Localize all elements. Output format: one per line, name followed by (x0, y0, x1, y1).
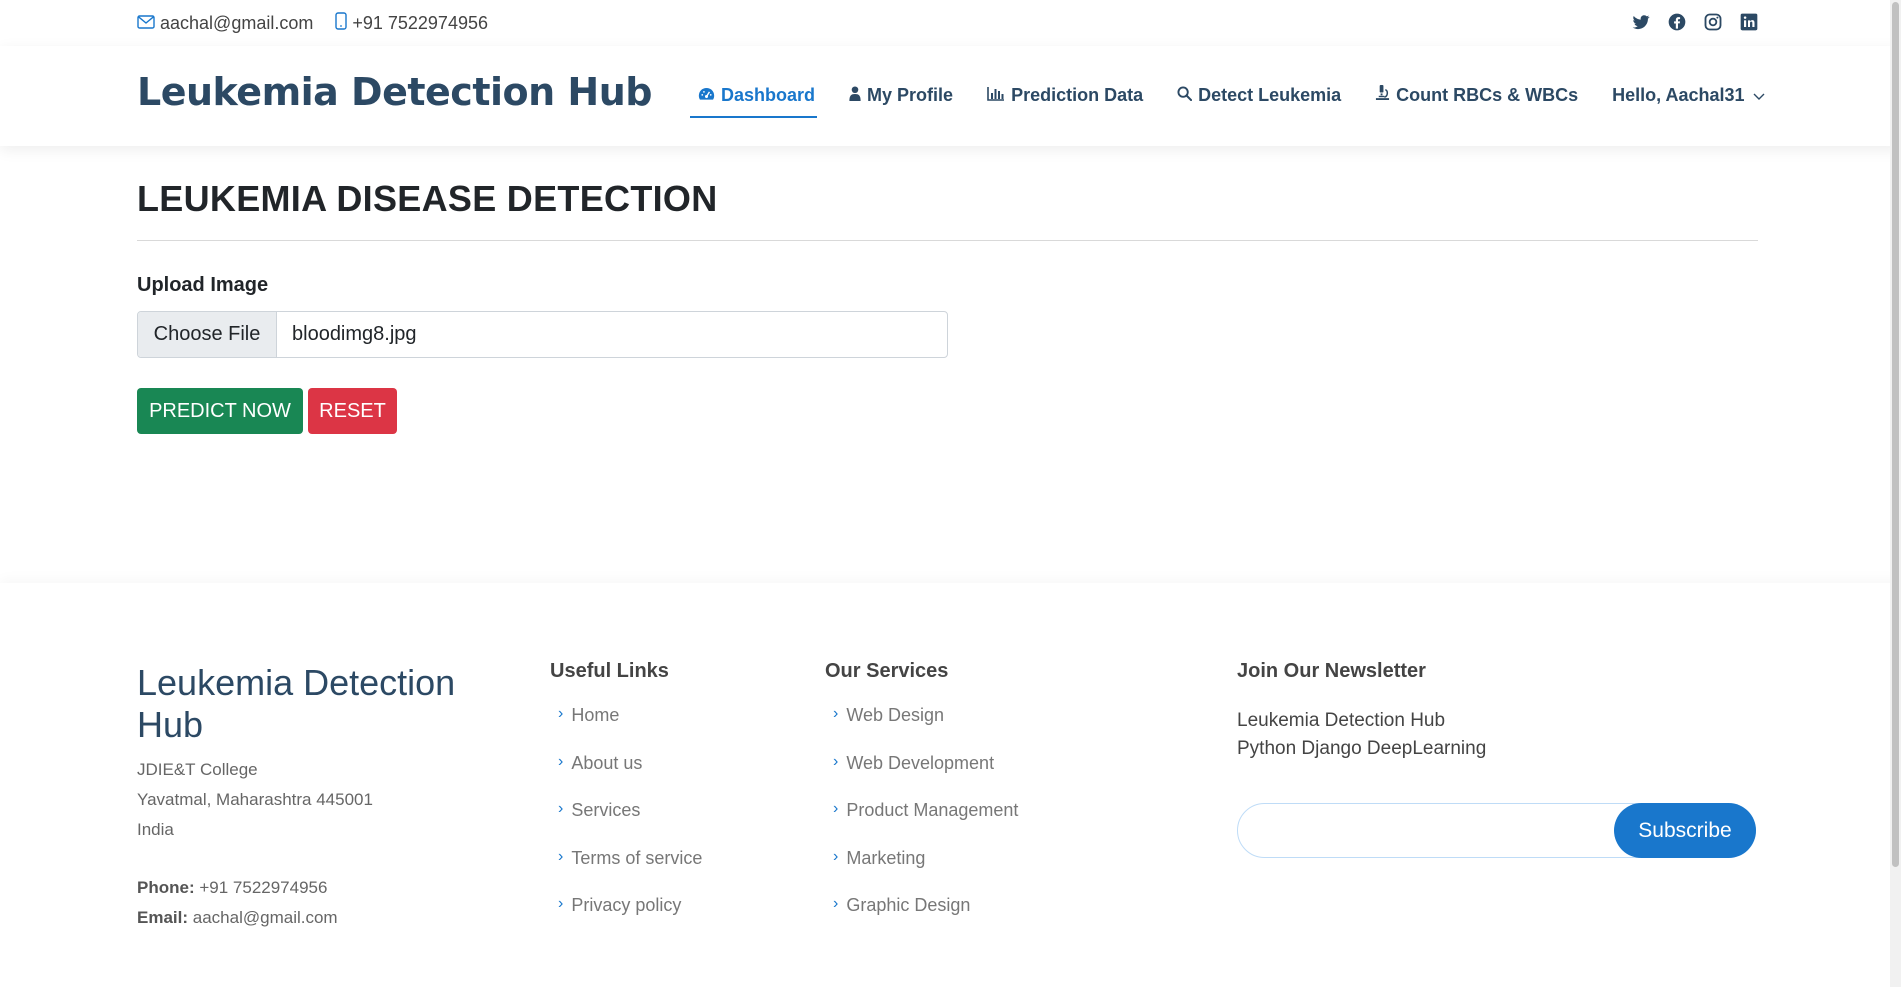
nav-count-cells-label: Count RBCs & WBCs (1396, 84, 1579, 105)
footer-link-about[interactable]: › About us (550, 749, 702, 797)
useful-links-title: Useful Links (550, 660, 669, 682)
user-menu-dropdown[interactable]: Hello, Aachal31 (1612, 84, 1765, 106)
chevron-right-icon: › (833, 800, 839, 817)
footer-link-privacy[interactable]: › Privacy policy (550, 891, 702, 939)
newsletter-title: Join Our Newsletter (1237, 660, 1426, 682)
microscope-icon (1375, 84, 1390, 106)
service-link-graphic-design[interactable]: › Graphic Design (825, 891, 1018, 939)
footer-link-terms[interactable]: › Terms of service (550, 844, 702, 892)
footer-link-label: Terms of service (571, 847, 703, 868)
chevron-right-icon: › (558, 705, 564, 722)
nav-count-cells[interactable]: Count RBCs & WBCs (1375, 84, 1578, 106)
chevron-right-icon: › (833, 705, 839, 722)
linkedin-icon[interactable] (1739, 12, 1759, 32)
chevron-right-icon: › (558, 847, 564, 865)
footer-phone-value: +91 7522974956 (199, 878, 328, 897)
facebook-icon[interactable] (1667, 12, 1687, 32)
nav-detect-leukemia-label: Detect Leukemia (1198, 84, 1342, 105)
footer-address: JDIE&T College Yavatmal, Maharashtra 445… (137, 755, 373, 845)
chevron-right-icon: › (833, 847, 839, 865)
nav-detect-leukemia[interactable]: Detect Leukemia (1177, 85, 1341, 106)
page-scrollbar[interactable] (1890, 0, 1901, 987)
service-link-label: Marketing (846, 847, 926, 868)
user-greeting: Hello, Aachal31 (1612, 84, 1745, 105)
chevron-right-icon: › (833, 752, 839, 770)
bar-chart-icon (987, 85, 1005, 106)
footer-link-services[interactable]: › Services (550, 796, 702, 844)
scrollbar-thumb[interactable] (1892, 2, 1899, 867)
footer-brand: Leukemia Detection Hub (137, 662, 456, 745)
main-nav: Dashboard My Profile Prediction Data Det… (689, 84, 1765, 118)
footer-link-home[interactable]: › Home (550, 701, 702, 749)
site-logo[interactable]: Leukemia Detection Hub (137, 70, 652, 114)
address-line: JDIE&T College (137, 760, 258, 779)
newsletter-line-2: Python Django DeepLearning (1237, 738, 1487, 759)
service-link-marketing[interactable]: › Marketing (825, 844, 1018, 892)
footer-link-label: Services (571, 800, 641, 820)
footer-link-label: About us (571, 752, 643, 773)
footer-contact: Phone: +91 7522974956 Email: aachal@gmai… (137, 873, 338, 933)
envelope-icon (137, 13, 155, 34)
selected-file-name: bloodimg8.jpg (292, 323, 417, 345)
newsletter-form: Subscribe (1237, 803, 1756, 858)
file-upload-input[interactable]: Choose File bloodimg8.jpg (137, 311, 948, 358)
service-link-label: Web Design (846, 705, 945, 725)
instagram-icon[interactable] (1703, 12, 1723, 32)
chevron-down-icon (1753, 85, 1765, 106)
useful-links-column: Useful Links › Home › About us › Services ›… (550, 660, 702, 939)
contact-phone[interactable]: +91 7522974956 (335, 12, 488, 35)
chevron-right-icon: › (558, 752, 564, 770)
chevron-right-icon: › (558, 800, 564, 817)
newsletter-email-input[interactable] (1258, 814, 1618, 848)
upload-image-label: Upload Image (137, 274, 269, 296)
nav-dashboard-label: Dashboard (721, 84, 816, 105)
chevron-right-icon: › (558, 895, 564, 912)
contact-email-text: aachal@gmail.com (160, 13, 314, 33)
contact-email[interactable]: aachal@gmail.com (137, 13, 313, 34)
subscribe-button[interactable]: Subscribe (1614, 803, 1756, 858)
footer-link-label: Privacy policy (571, 895, 682, 915)
search-icon (1177, 85, 1193, 106)
footer-email-value: aachal@gmail.com (192, 908, 338, 927)
footer-link-label: Home (571, 705, 620, 725)
newsletter-line-1: Leukemia Detection Hub (1237, 710, 1446, 731)
phone-icon (335, 12, 348, 35)
service-link-label: Product Management (846, 800, 1019, 820)
services-column: Our Services › Web Design › Web Developmen… (825, 660, 1018, 939)
nav-my-profile[interactable]: My Profile (849, 85, 953, 106)
reset-button[interactable]: RESET (308, 388, 397, 434)
title-divider (137, 240, 1758, 241)
service-link-product-management[interactable]: › Product Management (825, 796, 1018, 844)
contact-info: aachal@gmail.com +91 7522974956 (137, 12, 510, 35)
chevron-right-icon: › (833, 895, 839, 912)
service-link-web-design[interactable]: › Web Design (825, 701, 1018, 749)
service-link-label: Graphic Design (846, 895, 971, 915)
service-link-label: Web Development (846, 752, 995, 773)
social-links (1615, 12, 1759, 32)
nav-dashboard[interactable]: Dashboard (689, 84, 818, 118)
nav-my-profile-label: My Profile (867, 84, 954, 105)
user-icon (849, 85, 861, 106)
nav-prediction-data-label: Prediction Data (1011, 84, 1144, 105)
footer-phone: Phone: +91 7522974956 (137, 873, 338, 903)
services-title: Our Services (825, 660, 949, 682)
address-line: India (137, 820, 174, 839)
footer-email-label: Email: (137, 908, 189, 927)
nav-prediction-data[interactable]: Prediction Data (987, 85, 1143, 106)
newsletter-column: Join Our Newsletter Leukemia Detection H… (1237, 660, 1757, 858)
footer-email: Email: aachal@gmail.com (137, 903, 338, 933)
service-link-web-development[interactable]: › Web Development (825, 749, 1018, 797)
contact-phone-text: +91 7522974956 (352, 13, 488, 33)
footer-phone-label: Phone: (137, 878, 195, 897)
predict-now-button[interactable]: PREDICT NOW (137, 388, 303, 434)
top-bar: aachal@gmail.com +91 7522974956 (0, 0, 1901, 46)
twitter-icon[interactable] (1631, 12, 1651, 32)
site-footer: Leukemia Detection Hub JDIE&T College Ya… (0, 583, 1901, 987)
dashboard-icon (698, 85, 715, 106)
site-header: Leukemia Detection Hub Dashboard My Prof… (0, 46, 1901, 146)
choose-file-button[interactable]: Choose File (138, 312, 277, 357)
address-line: Yavatmal, Maharashtra 445001 (137, 790, 373, 809)
page-title: LEUKEMIA DISEASE DETECTION (137, 178, 718, 219)
